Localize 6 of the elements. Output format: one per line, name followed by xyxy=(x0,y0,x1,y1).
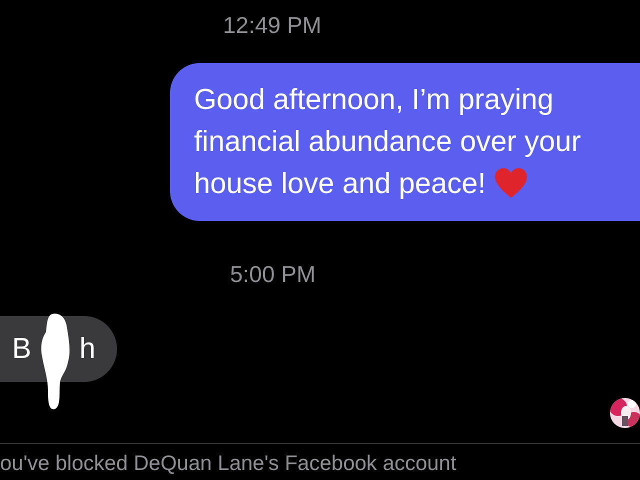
message-text: B xyxy=(12,332,32,366)
timestamp: 5:00 PM xyxy=(230,261,316,288)
blocked-notice: ou've blocked DeQuan Lane's Facebook account xyxy=(0,452,458,477)
sent-message-bubble: Good afternoon, I’m praying financial abundance over your house love and peace! xyxy=(170,63,640,221)
timestamp: 12:49 PM xyxy=(223,12,322,39)
message-text: h xyxy=(79,332,96,366)
